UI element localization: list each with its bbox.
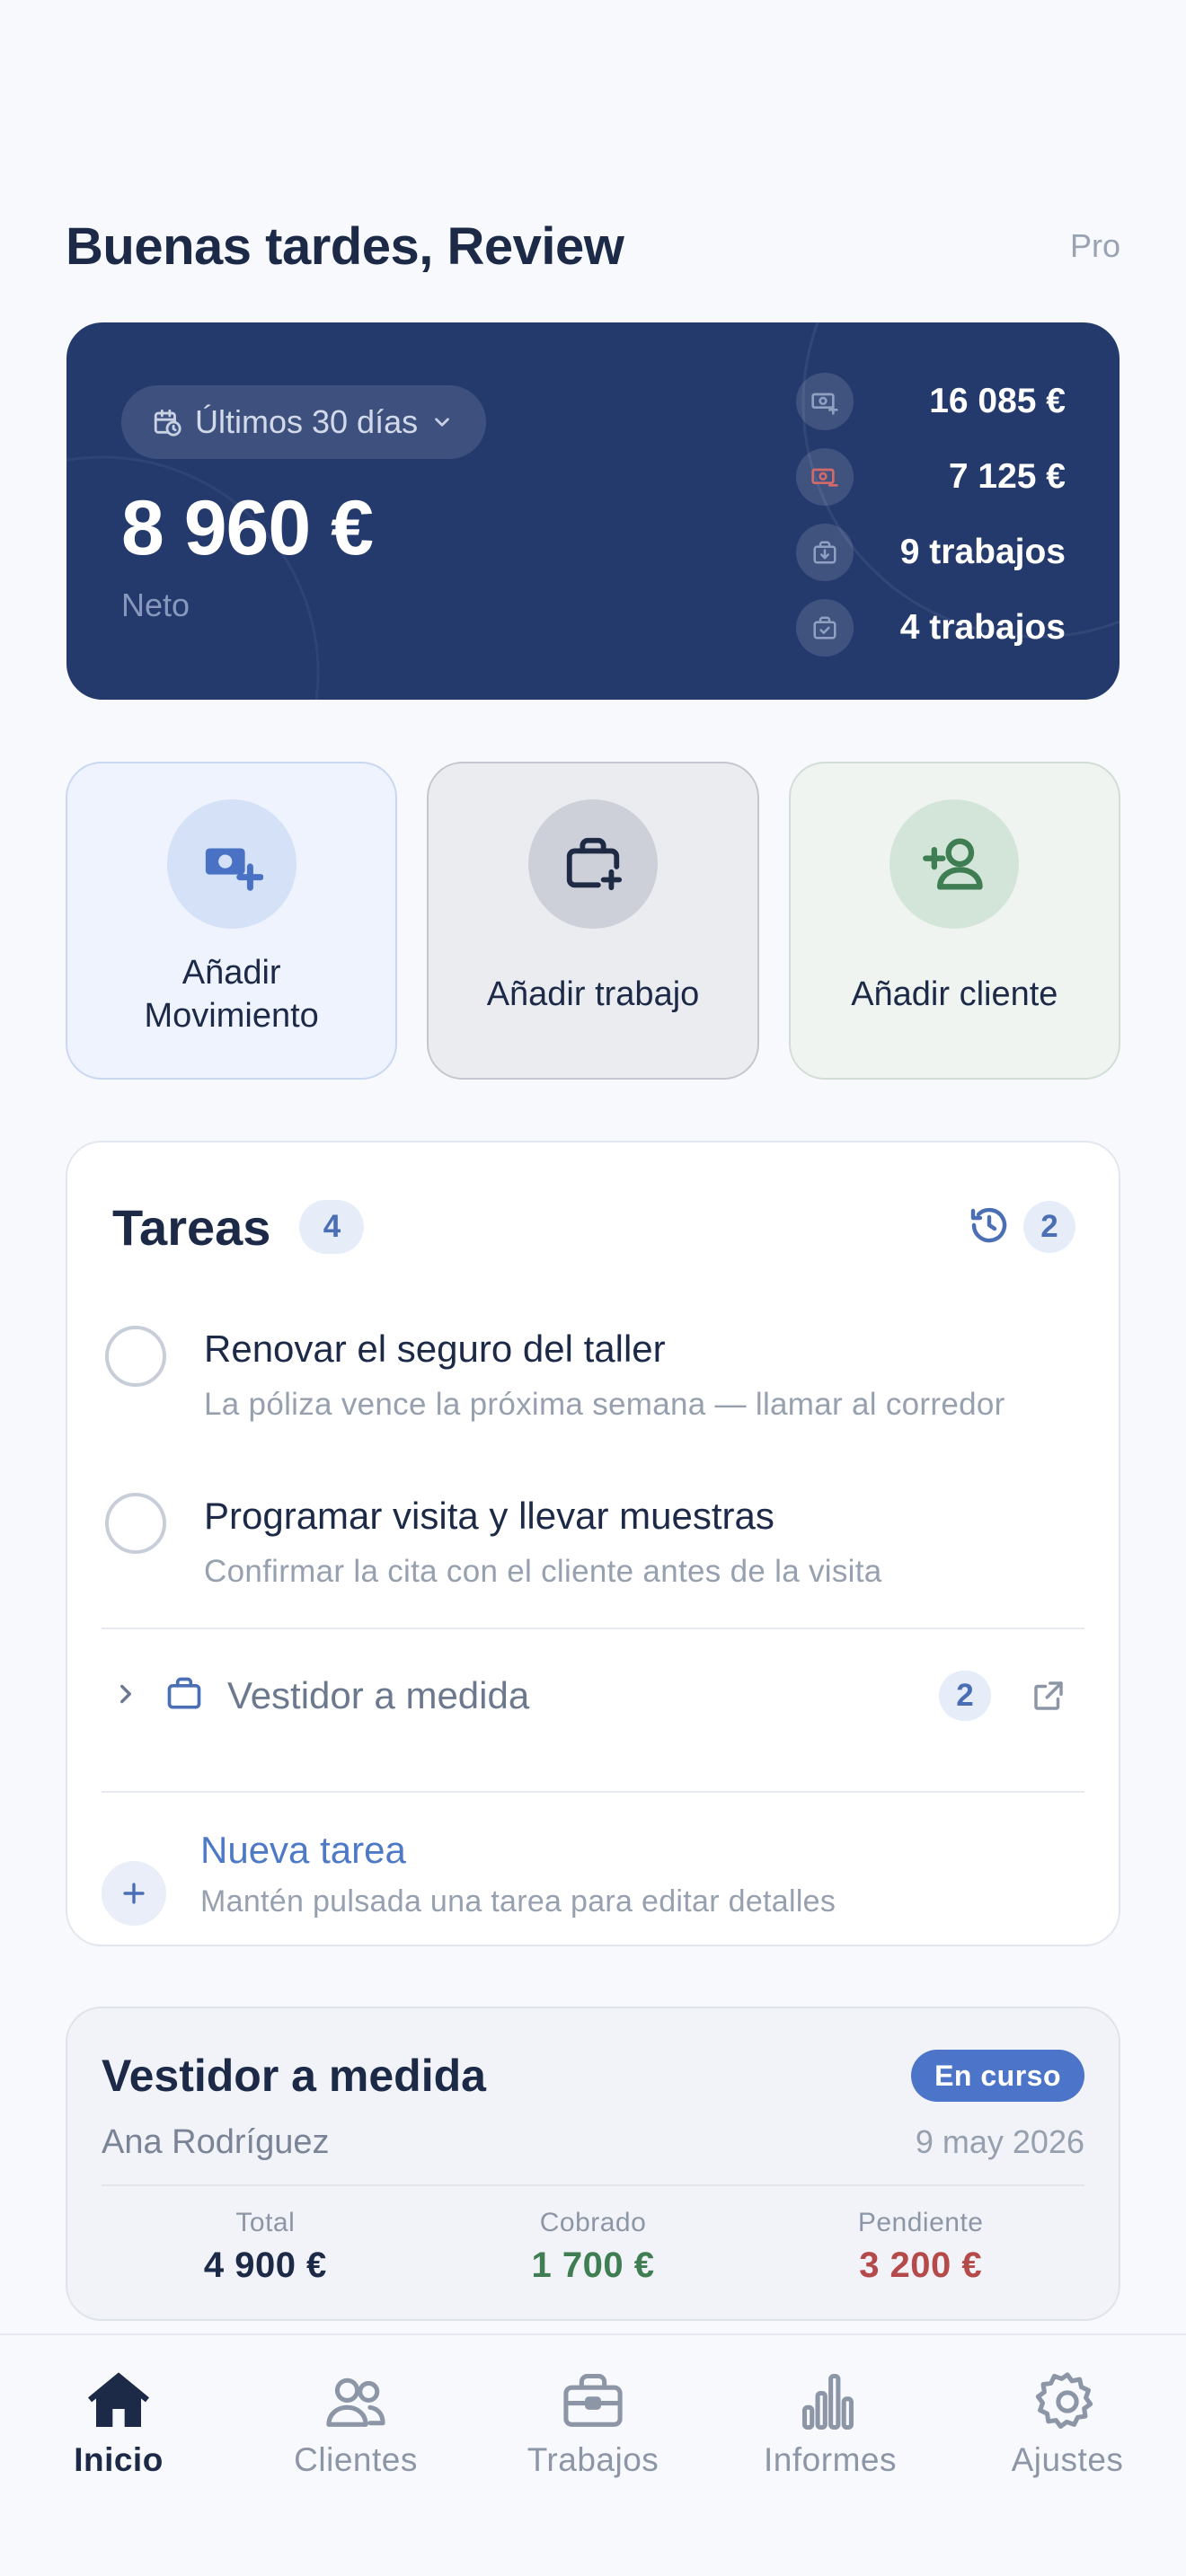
task-group-name: Vestidor a medida <box>227 1674 530 1716</box>
task-subtitle: La póliza vence la próxima semana — llam… <box>204 1387 1005 1422</box>
task-title: Programar visita y llevar muestras <box>204 1495 774 1537</box>
net-amount: 8 960 € <box>121 485 374 571</box>
greeting: Buenas tardes, Review <box>66 216 624 276</box>
add-job-button[interactable]: Añadir trabajo <box>427 762 759 1080</box>
tab-inicio[interactable]: Inicio <box>29 2353 208 2479</box>
job-pending: Pendiente 3 200 € <box>757 2208 1084 2286</box>
tab-label: Ajustes <box>1011 2441 1124 2478</box>
tab-label: Clientes <box>294 2441 418 2478</box>
add-client-button[interactable]: Añadir cliente <box>788 762 1120 1080</box>
plus-icon <box>102 1861 166 1926</box>
status-badge: En curso <box>911 2050 1084 2102</box>
action-label: Añadir Movimiento <box>144 954 319 1035</box>
task-checkbox[interactable] <box>105 1493 166 1554</box>
divider <box>102 1628 1084 1629</box>
tab-informes[interactable]: Informes <box>740 2353 920 2479</box>
tab-label: Trabajos <box>527 2441 659 2478</box>
add-user-icon <box>890 799 1020 929</box>
chevron-right-icon[interactable] <box>111 1679 141 1714</box>
job-card[interactable]: Vestidor a medida En curso Ana Rodríguez… <box>66 2007 1120 2321</box>
net-label: Neto <box>121 587 190 623</box>
stat-expense[interactable]: 7 125 € <box>796 439 1066 515</box>
task-checkbox[interactable] <box>105 1326 166 1387</box>
job-pending-value: 3 200 € <box>859 2245 983 2285</box>
job-client: Ana Rodríguez <box>102 2123 330 2161</box>
summary-card: Últimos 30 días 8 960 € Neto 16 085 € 7 … <box>66 322 1120 700</box>
new-task-button[interactable]: Nueva tarea Mantén pulsada una tarea par… <box>102 1825 836 1926</box>
job-total: Total 4 900 € <box>102 2208 429 2286</box>
task-item[interactable]: Renovar el seguro del taller La póliza v… <box>105 1324 1101 1423</box>
stat-value: 9 trabajos <box>899 533 1066 571</box>
job-paid-label: Cobrado <box>539 2208 647 2237</box>
tab-label: Informes <box>764 2441 897 2478</box>
job-date: 9 may 2026 <box>915 2123 1084 2160</box>
stat-value: 16 085 € <box>929 382 1066 420</box>
history-icon <box>968 1204 1011 1251</box>
stat-value: 4 trabajos <box>899 608 1066 647</box>
jobs-in-progress-icon <box>796 524 854 581</box>
divider <box>102 2184 1084 2186</box>
briefcase-icon <box>164 1674 204 1718</box>
tasks-header: Tareas 4 2 <box>112 1195 1075 1259</box>
history-count-badge: 2 <box>1023 1201 1075 1253</box>
task-title: Renovar el seguro del taller <box>204 1328 666 1370</box>
job-paid: Cobrado 1 700 € <box>429 2208 757 2286</box>
date-range-selector[interactable]: Últimos 30 días <box>121 385 487 459</box>
tab-label: Inicio <box>74 2441 164 2478</box>
tab-clientes[interactable]: Clientes <box>266 2353 446 2479</box>
task-item[interactable]: Programar visita y llevar muestras Confi… <box>105 1491 1101 1590</box>
bar-chart-icon <box>796 2353 864 2436</box>
quick-actions: Añadir Movimiento Añadir trabajo Añadir … <box>66 762 1120 1080</box>
users-icon <box>322 2353 390 2436</box>
tasks-count-badge: 4 <box>299 1200 365 1254</box>
tab-trabajos[interactable]: Trabajos <box>503 2353 683 2479</box>
tab-bar: Inicio Clientes Trabajos Informes Ajuste… <box>0 2333 1186 2576</box>
job-pending-label: Pendiente <box>857 2208 984 2237</box>
date-range-label: Últimos 30 días <box>195 403 419 440</box>
briefcase-icon <box>559 2353 627 2436</box>
header: Buenas tardes, Review Pro <box>66 212 1120 280</box>
stat-jobs-done[interactable]: 4 trabajos <box>796 590 1066 666</box>
home-icon <box>83 2353 155 2436</box>
income-icon <box>796 373 854 430</box>
stat-income[interactable]: 16 085 € <box>796 364 1066 439</box>
stat-value: 7 125 € <box>948 457 1066 496</box>
job-title: Vestidor a medida <box>102 2051 486 2101</box>
open-external-icon[interactable] <box>1022 1669 1075 1723</box>
task-group-row[interactable]: Vestidor a medida 2 <box>111 1653 1075 1739</box>
expense-icon <box>796 448 854 506</box>
plan-badge[interactable]: Pro <box>1070 227 1120 265</box>
new-task-hint: Mantén pulsada una tarea para editar det… <box>200 1884 836 1919</box>
divider <box>102 1791 1084 1793</box>
action-label: Añadir cliente <box>851 975 1058 1013</box>
gear-icon <box>1033 2353 1102 2436</box>
task-group-count-badge: 2 <box>939 1671 991 1721</box>
job-total-value: 4 900 € <box>203 2245 327 2285</box>
task-subtitle: Confirmar la cita con el cliente antes d… <box>204 1554 882 1589</box>
summary-stats: 16 085 € 7 125 € 9 trabajos 4 trabajos <box>796 364 1066 666</box>
tab-ajustes[interactable]: Ajustes <box>978 2353 1157 2479</box>
jobs-done-icon <box>796 599 854 657</box>
new-task-label: Nueva tarea <box>200 1829 406 1871</box>
task-history-button[interactable]: 2 <box>968 1201 1075 1253</box>
add-money-icon <box>166 799 296 929</box>
add-job-icon <box>527 799 658 929</box>
calendar-clock-icon <box>152 407 182 437</box>
tasks-title: Tareas <box>112 1198 271 1256</box>
add-movement-button[interactable]: Añadir Movimiento <box>66 762 398 1080</box>
chevron-down-icon <box>430 410 454 434</box>
job-total-label: Total <box>235 2208 296 2237</box>
stat-jobs-in-progress[interactable]: 9 trabajos <box>796 515 1066 590</box>
action-label: Añadir trabajo <box>486 975 700 1013</box>
tasks-card: Tareas 4 2 Renovar el seguro del taller … <box>66 1141 1120 1946</box>
job-paid-value: 1 700 € <box>531 2245 655 2285</box>
job-amounts: Total 4 900 € Cobrado 1 700 € Pendiente … <box>102 2208 1084 2286</box>
